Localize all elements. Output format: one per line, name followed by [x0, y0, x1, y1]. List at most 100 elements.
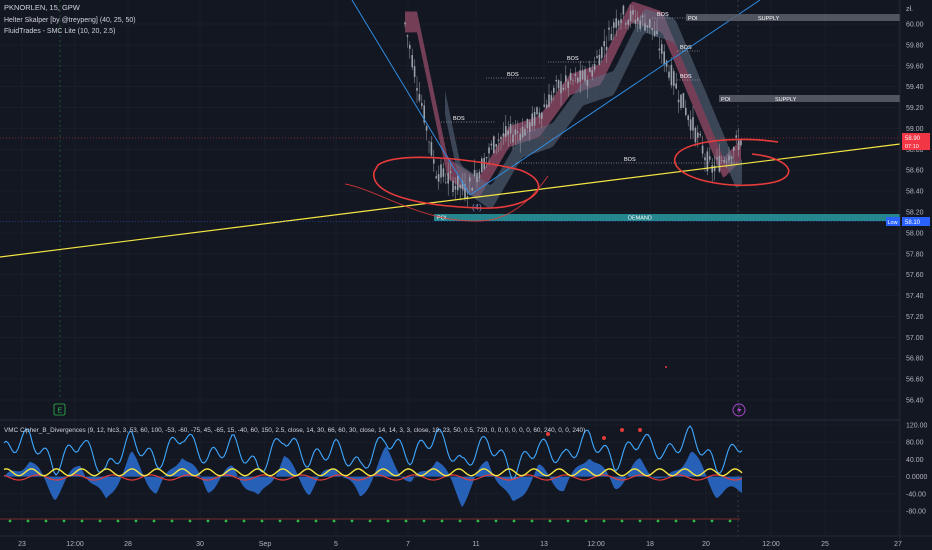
- candle-body: [517, 131, 519, 133]
- candle-body: [730, 156, 733, 159]
- candle-body: [723, 160, 725, 163]
- indicator-2-title[interactable]: FluidTrades - SMC Lite (10, 20, 2.5): [4, 28, 115, 35]
- candle-body: [509, 123, 512, 134]
- candle-body: [565, 75, 567, 82]
- bos-label: BOS: [507, 72, 519, 78]
- signal-dot: [440, 519, 444, 523]
- candle-body: [541, 112, 543, 119]
- candle-body: [682, 93, 685, 108]
- signal-dot: [206, 519, 210, 523]
- last-price-value: 58.90: [905, 136, 921, 142]
- candle-body: [651, 27, 653, 31]
- candle-body: [694, 127, 697, 143]
- signal-dot: [665, 366, 667, 368]
- candle-body: [644, 23, 646, 31]
- currency-label[interactable]: zł.: [906, 6, 913, 13]
- price-tick-label: 57.40: [906, 293, 924, 300]
- signal-dot: [494, 519, 498, 523]
- candle-body: [613, 22, 615, 28]
- candle-body: [418, 93, 421, 101]
- signal-dot: [602, 519, 606, 523]
- candle-body: [538, 112, 541, 118]
- candle-body: [567, 81, 569, 88]
- candle-body: [495, 144, 497, 147]
- time-tick-label: 12:00: [762, 541, 780, 548]
- signal-dot: [656, 519, 660, 523]
- indicator-1-title[interactable]: Helter Skalper [by @treypeng] (40, 25, 5…: [4, 17, 136, 24]
- demand-zone[interactable]: [434, 214, 900, 221]
- signal-dot: [638, 519, 642, 523]
- oscillator-tick-label: 80.00: [906, 440, 924, 447]
- candle-body: [711, 165, 713, 173]
- candle-body: [668, 71, 670, 78]
- price-tick-label: 56.40: [906, 398, 924, 405]
- candle-body: [430, 141, 433, 156]
- candle-body: [704, 157, 706, 161]
- candle-body: [579, 70, 581, 82]
- price-tick-label: 56.80: [906, 356, 924, 363]
- time-tick-label: 18: [646, 541, 654, 548]
- candle-body: [449, 171, 452, 173]
- price-tick-label: 56.60: [906, 377, 924, 384]
- supply-zone-1[interactable]: [686, 14, 900, 21]
- candle-body: [442, 168, 445, 177]
- candle-body: [550, 95, 553, 101]
- candle-body: [481, 158, 483, 173]
- candle-body: [615, 18, 617, 28]
- signal-dot: [386, 519, 390, 523]
- candle-body: [488, 147, 490, 154]
- supply-zone-1-label: SUPPLY: [758, 16, 780, 22]
- chart-canvas[interactable]: POI SUPPLY POI SUPPLY POI DEMAND BOS BOS…: [0, 0, 932, 550]
- candle-body: [514, 129, 517, 135]
- signal-dot: [710, 519, 714, 523]
- oscillator-title[interactable]: VMC Cipher_B_Divergences (9, 12, hlc3, 3…: [4, 427, 585, 434]
- signal-dot: [296, 519, 300, 523]
- candle-body: [557, 80, 560, 89]
- signal-dot: [368, 519, 372, 523]
- signal-dot: [404, 519, 408, 523]
- price-tick-label: 57.80: [906, 251, 924, 258]
- price-tick-label: 59.60: [906, 63, 924, 70]
- signal-dot: [584, 519, 588, 523]
- signal-dot: [44, 519, 48, 523]
- price-tick-label: 59.00: [906, 126, 924, 133]
- candle-body: [447, 173, 449, 184]
- bos-label: BOS: [680, 74, 692, 80]
- candle-body: [620, 19, 622, 24]
- candle-body: [646, 25, 649, 28]
- candle-body: [656, 30, 658, 35]
- candle-body: [421, 103, 423, 106]
- candle-body: [526, 118, 529, 129]
- candle-body: [689, 119, 692, 131]
- price-tick-label: 59.80: [906, 42, 924, 49]
- candle-body: [593, 63, 596, 70]
- candle-body: [476, 172, 478, 183]
- candle-body: [569, 72, 572, 81]
- candle-body: [608, 27, 610, 30]
- candle-body: [591, 70, 593, 77]
- bos-label: BOS: [567, 56, 579, 62]
- price-tick-label: 57.60: [906, 272, 924, 279]
- signal-dot: [458, 519, 462, 523]
- time-tick-label: 23: [18, 541, 26, 548]
- supply-zone-2-label: SUPPLY: [775, 97, 797, 103]
- supply-zone-2[interactable]: [719, 95, 900, 102]
- signal-dot: [422, 519, 426, 523]
- candle-body: [603, 41, 605, 47]
- demand-zone-label: DEMAND: [628, 216, 652, 222]
- candle-body: [428, 141, 430, 143]
- candle-body: [572, 80, 574, 81]
- candle-body: [658, 48, 661, 51]
- time-tick-label: 27: [894, 541, 902, 548]
- time-tick-label: 25: [821, 541, 829, 548]
- bos-label: BOS: [624, 157, 636, 163]
- candle-body: [649, 19, 651, 28]
- candle-body: [478, 171, 481, 178]
- candle-body: [413, 66, 416, 77]
- candle-body: [524, 128, 526, 136]
- signal-dot: [80, 519, 84, 523]
- candle-body: [409, 45, 411, 49]
- candle-body: [701, 145, 704, 154]
- candle-body: [697, 132, 699, 138]
- candle-body: [577, 77, 579, 83]
